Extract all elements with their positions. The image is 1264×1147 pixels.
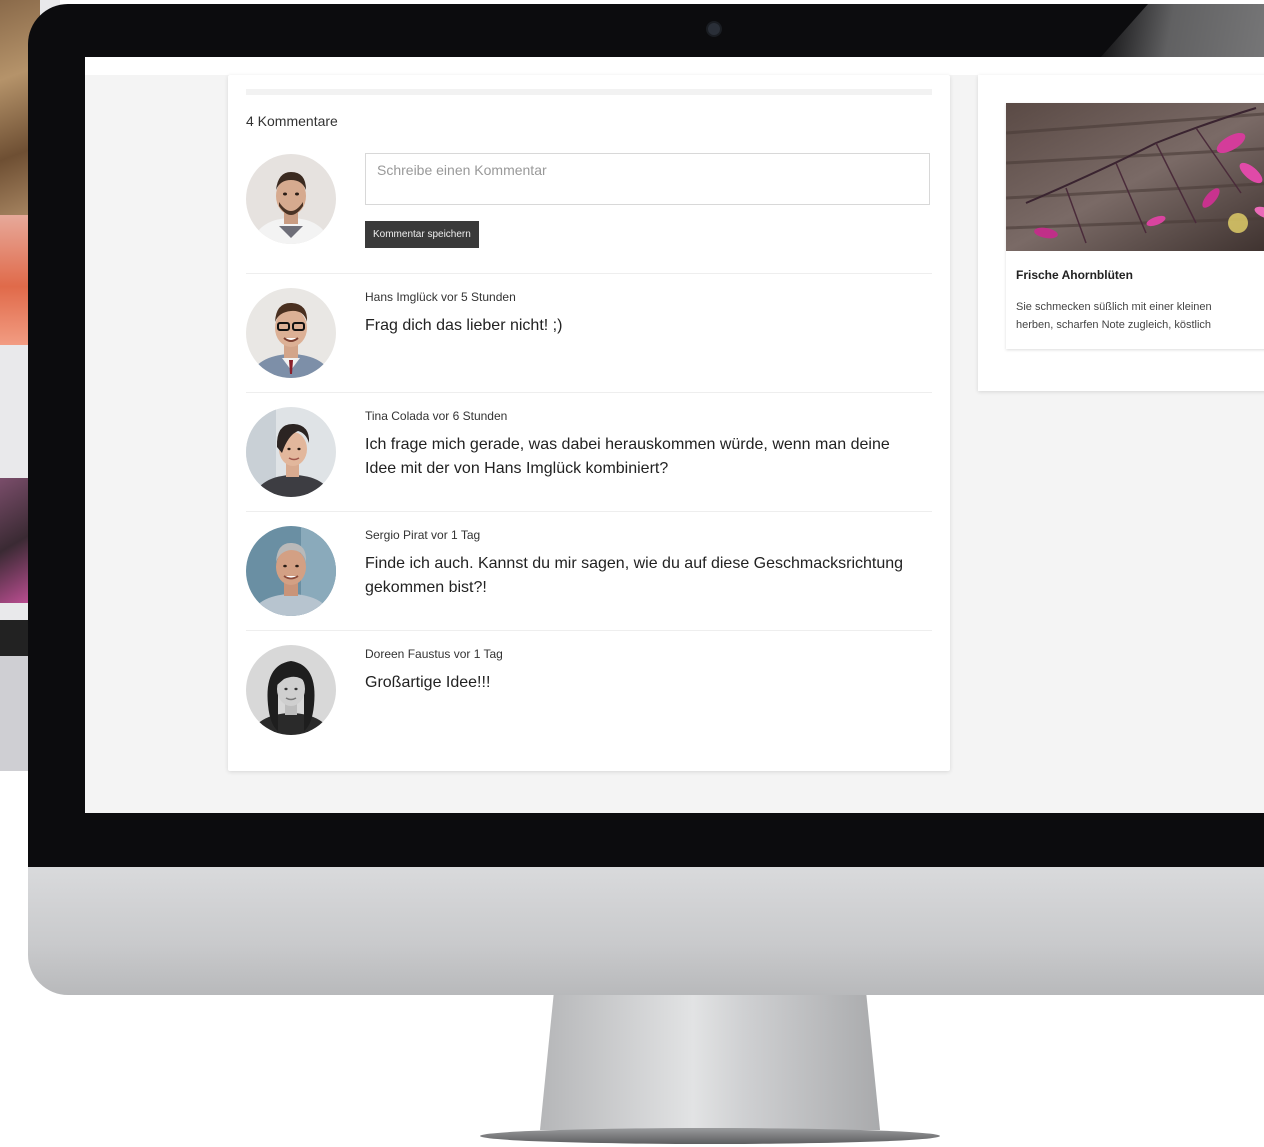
recipe-teaser-card[interactable]: Frische Ahornblüten Sie schmecken süßlic… (1006, 103, 1264, 349)
monitor-mockup-scene: 4 Kommentare Kommentar speichern (0, 0, 1264, 1147)
recipe-teaser-image[interactable] (1006, 103, 1264, 251)
comment-meta: Hans Imglück vor 5 Stunden (365, 290, 516, 304)
save-comment-button[interactable]: Kommentar speichern (365, 221, 479, 248)
sidebar-panel: Frische Ahornblüten Sie schmecken süßlic… (978, 75, 1264, 391)
commenter-avatar (246, 288, 336, 378)
recipe-teaser-description: Sie schmecken süßlich mit einer kleinen … (1016, 301, 1212, 331)
commenter-avatar (246, 526, 336, 616)
comment-meta: Tina Colada vor 6 Stunden (365, 409, 508, 423)
comments-card: 4 Kommentare Kommentar speichern (228, 75, 950, 771)
page-header-strip (85, 57, 1264, 75)
comment-input[interactable] (365, 153, 930, 205)
comment-meta: Sergio Pirat vor 1 Tag (365, 528, 481, 542)
card-divider (246, 89, 932, 95)
comment-meta: Doreen Faustus vor 1 Tag (365, 647, 503, 661)
comment-item: Hans Imglück vor 5 Stunden Frag dich das… (246, 273, 932, 392)
recipe-teaser-title[interactable]: Frische Ahornblüten (1016, 268, 1133, 282)
comment-item: Doreen Faustus vor 1 Tag Großartige Idee… (246, 630, 932, 749)
comment-text: Frag dich das lieber nicht! ;) (365, 317, 563, 334)
comment-item: Tina Colada vor 6 Stunden Ich frage mich… (246, 392, 932, 511)
comment-text: Ich frage mich gerade, was dabei herausk… (365, 436, 890, 477)
monitor-chin (28, 867, 1264, 995)
monitor-foot (480, 1128, 940, 1144)
current-user-avatar (246, 154, 336, 244)
commenter-avatar (246, 645, 336, 735)
comment-text: Großartige Idee!!! (365, 674, 491, 691)
monitor-screen: 4 Kommentare Kommentar speichern (85, 57, 1264, 813)
webcam-icon (706, 21, 722, 37)
comment-item: Sergio Pirat vor 1 Tag Finde ich auch. K… (246, 511, 932, 630)
monitor-stand (540, 995, 880, 1130)
comment-count: 4 Kommentare (246, 113, 338, 129)
commenter-avatar (246, 407, 336, 497)
comment-text: Finde ich auch. Kannst du mir sagen, wie… (365, 555, 904, 596)
